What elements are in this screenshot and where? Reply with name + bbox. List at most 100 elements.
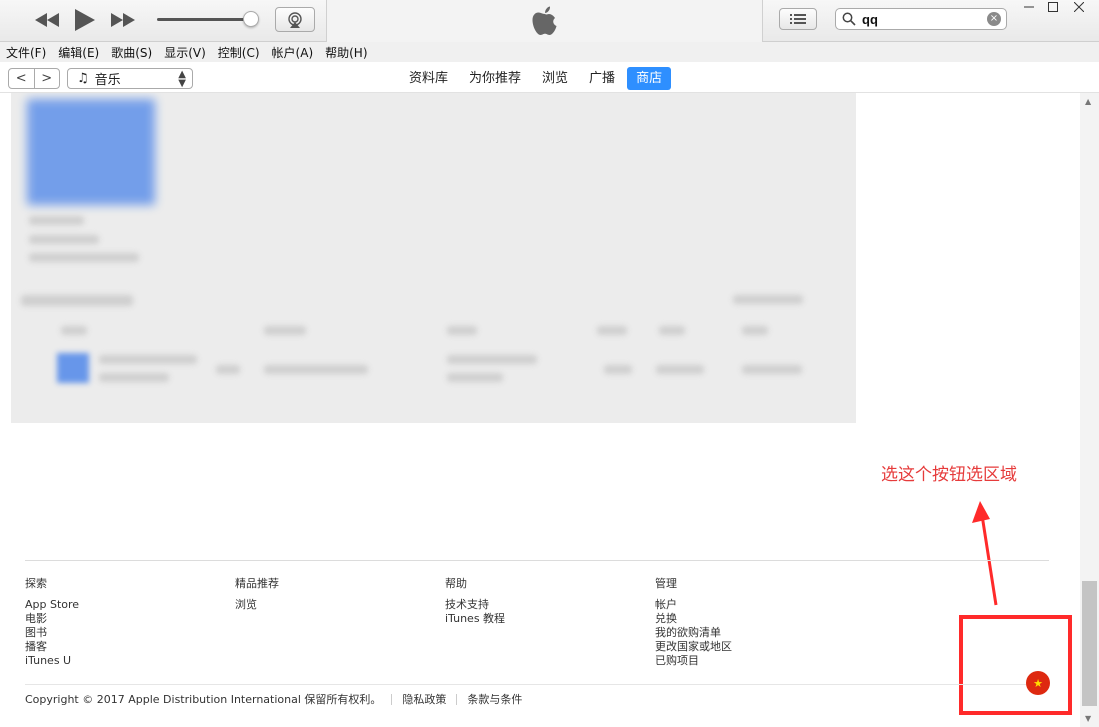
back-button[interactable]: < [9, 69, 35, 88]
footer-link-podcasts[interactable]: 播客 [25, 640, 79, 654]
menu-bar: 文件(F) 编辑(E) 歌曲(S) 显示(V) 控制(C) 帐户(A) 帮助(H… [0, 42, 1099, 62]
volume-slider-track[interactable] [157, 18, 252, 21]
clear-search-icon[interactable]: × [987, 12, 1001, 26]
blurred-search-results [11, 93, 856, 423]
tab-library[interactable]: 资料库 [400, 67, 457, 90]
menu-view[interactable]: 显示(V) [164, 44, 206, 61]
store-content: 选这个按钮选区域 探索 App Store 电影 图书 播客 iTunes U … [0, 93, 1080, 727]
copyright-text: Copyright © 2017 Apple Distribution Inte… [25, 693, 382, 706]
footer-link-redeem[interactable]: 兑换 [655, 612, 732, 626]
blurred-text [742, 365, 802, 374]
play-icon[interactable] [68, 5, 102, 35]
footer-link-account[interactable]: 帐户 [655, 598, 732, 612]
footer-column-help: 帮助 技术支持 iTunes 教程 [445, 577, 505, 626]
menu-controls[interactable]: 控制(C) [218, 44, 260, 61]
menu-edit[interactable]: 编辑(E) [58, 44, 99, 61]
blurred-text [733, 295, 803, 304]
tab-radio[interactable]: 广播 [580, 67, 624, 90]
search-query: qq [862, 11, 878, 27]
terms-link[interactable]: 条款与条件 [467, 691, 522, 707]
blurred-text [29, 216, 84, 225]
media-kind-label: 音乐 [94, 73, 121, 88]
footer-column-manage: 管理 帐户 兑换 我的欲购清单 更改国家或地区 已购项目 [655, 577, 732, 668]
blurred-text [447, 373, 503, 382]
menu-account[interactable]: 帐户(A) [272, 44, 314, 61]
blurred-text [447, 326, 477, 335]
up-next-list-button[interactable] [779, 8, 817, 30]
blurred-text [656, 365, 704, 374]
media-kind-select[interactable]: ♫ 音乐 ▲ ▼ [67, 68, 193, 89]
music-note-icon: ♫ [77, 71, 89, 86]
privacy-link[interactable]: 隐私政策 [402, 691, 446, 707]
blurred-text [264, 365, 368, 374]
china-flag-icon[interactable]: ★ [1026, 671, 1050, 695]
footer-heading: 精品推荐 [235, 577, 279, 590]
scroll-down-icon[interactable]: ▼ [1085, 714, 1091, 723]
maximize-icon[interactable] [1042, 0, 1064, 14]
blurred-artwork [27, 99, 155, 205]
footer-column-explore: 探索 App Store 电影 图书 播客 iTunes U [25, 577, 79, 668]
footer-legal: Copyright © 2017 Apple Distribution Inte… [25, 691, 522, 707]
blurred-text [447, 355, 537, 364]
footer-link-itunes-u[interactable]: iTunes U [25, 654, 79, 668]
menu-file[interactable]: 文件(F) [6, 44, 46, 61]
history-buttons: < > [8, 68, 60, 89]
search-icon [842, 12, 856, 26]
annotation-arrow-icon [972, 501, 998, 606]
blurred-text [61, 326, 87, 335]
list-icon [790, 14, 806, 24]
scrollbar-thumb[interactable] [1082, 581, 1097, 706]
apple-logo-icon [532, 6, 556, 35]
footer-link-books[interactable]: 图书 [25, 626, 79, 640]
footer-link-browse[interactable]: 浏览 [235, 598, 279, 612]
footer-heading: 探索 [25, 577, 47, 590]
airplay-button[interactable] [275, 7, 315, 32]
footer-link-purchased[interactable]: 已购项目 [655, 654, 732, 668]
close-icon[interactable] [1068, 0, 1090, 14]
menu-song[interactable]: 歌曲(S) [111, 44, 152, 61]
blurred-heading [21, 295, 133, 306]
rewind-icon[interactable] [30, 6, 64, 34]
airplay-icon [288, 11, 302, 28]
blurred-thumbnail [57, 353, 89, 383]
blurred-text [99, 373, 169, 382]
footer-link-movies[interactable]: 电影 [25, 612, 79, 626]
footer-link-app-store[interactable]: App Store [25, 598, 79, 612]
footer-column-featured: 精品推荐 浏览 [235, 577, 279, 612]
blurred-text [99, 355, 197, 364]
blurred-text [597, 326, 627, 335]
tab-store[interactable]: 商店 [627, 67, 672, 90]
blurred-text [29, 235, 99, 244]
footer-link-change-country[interactable]: 更改国家或地区 [655, 640, 732, 654]
separator [456, 693, 458, 705]
blurred-text [216, 365, 240, 374]
select-chevron-icon: ▲ ▼ [178, 69, 186, 89]
footer-link-wishlist[interactable]: 我的欲购清单 [655, 626, 732, 640]
blurred-text [264, 326, 306, 335]
blurred-text [742, 326, 768, 335]
footer-heading: 帮助 [445, 577, 467, 590]
navigation-bar: < > ♫ 音乐 ▲ ▼ 资料库 为你推荐 浏览 广播 商店 [0, 62, 1099, 93]
separator [391, 693, 393, 705]
fast-forward-icon[interactable] [106, 6, 140, 34]
annotation-highlight-box [959, 615, 1072, 715]
scroll-up-icon[interactable]: ▲ [1085, 97, 1091, 106]
blurred-text [659, 326, 685, 335]
forward-button[interactable]: > [35, 69, 60, 88]
footer-link-support[interactable]: 技术支持 [445, 598, 505, 612]
footer-heading: 管理 [655, 577, 677, 590]
menu-help[interactable]: 帮助(H) [325, 44, 367, 61]
store-tabs: 资料库 为你推荐 浏览 广播 商店 [400, 67, 674, 90]
minimize-icon[interactable] [1018, 0, 1040, 14]
search-input[interactable]: qq × [835, 8, 1007, 30]
footer-divider [25, 560, 1049, 561]
player-bar: qq × [0, 0, 1099, 42]
tab-for-you[interactable]: 为你推荐 [460, 67, 530, 90]
vertical-scrollbar[interactable]: ▲ ▼ [1080, 93, 1099, 727]
apple-logo-display [326, 0, 763, 42]
tab-browse[interactable]: 浏览 [533, 67, 577, 90]
blurred-text [29, 253, 139, 262]
footer-link-tutorials[interactable]: iTunes 教程 [445, 612, 505, 626]
blurred-text [604, 365, 632, 374]
volume-slider-knob[interactable] [243, 11, 259, 27]
